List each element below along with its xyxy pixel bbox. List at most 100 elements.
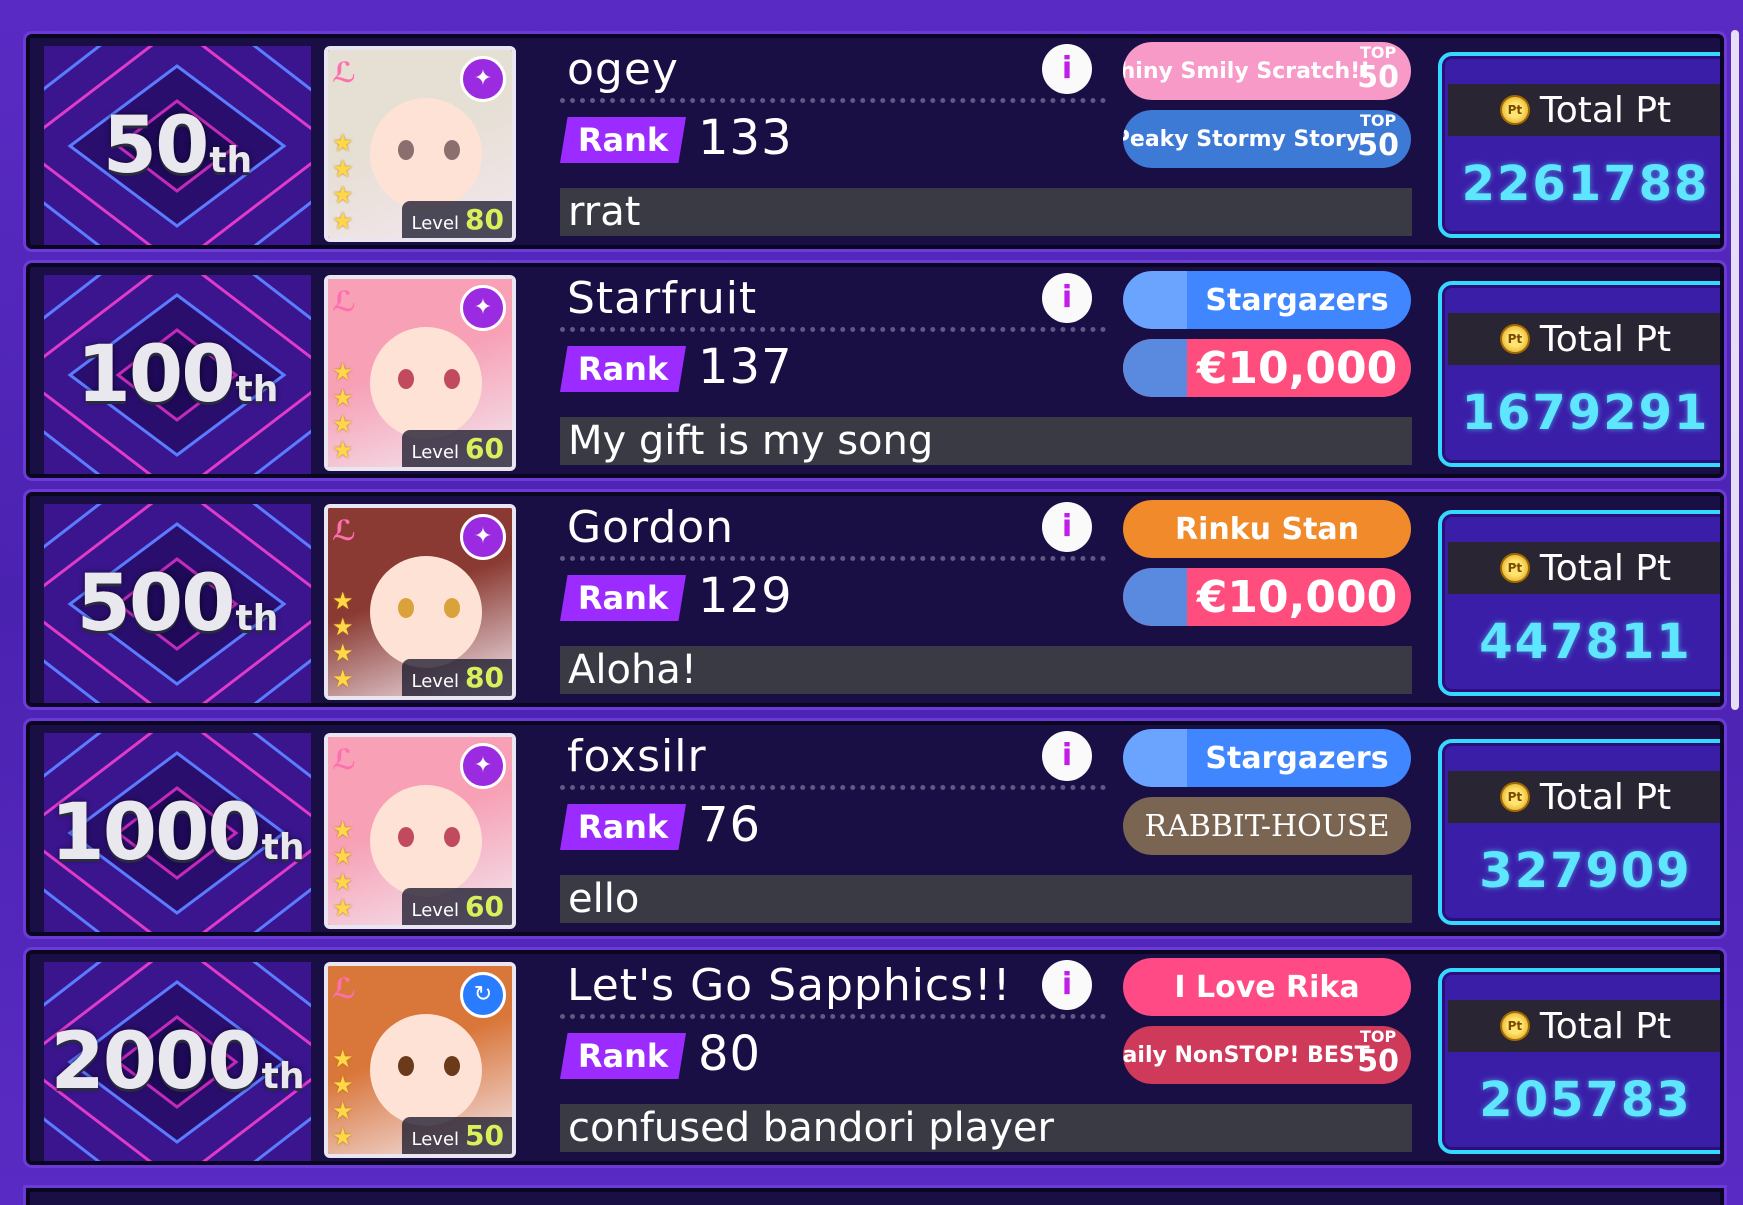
player-comment: rrat — [560, 188, 1412, 236]
ranking-row[interactable]: 50th ℒ ✦ ★ ★ ★ ★ Level 80 ogey i Rank 133… — [26, 34, 1724, 249]
event-point-coin-icon: Pt — [1499, 1011, 1530, 1041]
total-points-panel: Pt Total Pt 205783 — [1438, 968, 1720, 1154]
character-eye — [444, 598, 460, 618]
title-badge[interactable]: RABBIT-HOUSE — [1123, 797, 1411, 855]
player-comment: ello — [560, 875, 1412, 923]
ranking-row[interactable]: 500th ℒ ✦ ★ ★ ★ ★ Level 80 Gordon i Rank … — [26, 492, 1724, 707]
placement-number: 1000th — [50, 787, 305, 878]
total-points-panel: Pt Total Pt 2261788 — [1438, 52, 1720, 238]
placement-number: 500th — [76, 558, 279, 649]
title-badge[interactable]: Shiny Smily Scratch!! TOP 50 — [1123, 42, 1411, 100]
rank-label: Rank — [560, 1033, 686, 1079]
event-point-coin-icon: Pt — [1499, 553, 1530, 583]
rank-label: Rank — [560, 346, 686, 392]
star-icon: ★ — [332, 816, 354, 844]
star-icon: ★ — [332, 1097, 354, 1125]
player-rank: 80 — [698, 1026, 762, 1082]
player-rank: 76 — [698, 797, 762, 853]
player-rank: 129 — [698, 568, 793, 624]
star-icon: ★ — [332, 1123, 354, 1151]
star-icon: ★ — [332, 842, 354, 870]
total-points-panel: Pt Total Pt 447811 — [1438, 510, 1720, 696]
player-comment: confused bandori player — [560, 1104, 1412, 1152]
star-gem-icon — [1123, 271, 1187, 329]
rank-label: Rank — [560, 117, 686, 163]
dotted-divider — [560, 785, 1106, 790]
player-rank: 137 — [698, 339, 793, 395]
ranking-row[interactable]: 1000th ℒ ✦ ★ ★ ★ ★ Level 60 foxsilr i Ran… — [26, 721, 1724, 936]
total-points-label: Total Pt — [1539, 547, 1672, 589]
shoe-icon: ✦ — [460, 743, 506, 789]
event-point-coin-icon: Pt — [1499, 782, 1530, 812]
title-badge-text: Rinku Stan — [1174, 511, 1360, 547]
title-badge[interactable]: Stargazers — [1123, 271, 1411, 329]
avatar-icon — [1123, 568, 1187, 626]
info-button[interactable]: i — [1042, 273, 1092, 323]
placement-number: 100th — [76, 329, 279, 420]
character-eye — [444, 827, 460, 847]
title-badge[interactable]: Peaky Stormy Story TOP 50 — [1123, 110, 1411, 168]
title-badge-text: RABBIT-HOUSE — [1144, 808, 1390, 844]
rarity-stars: ★ ★ ★ ★ — [332, 818, 362, 921]
title-badge[interactable]: Rinku Stan — [1123, 500, 1411, 558]
scrollbar[interactable] — [1731, 30, 1739, 710]
total-points-label: Total Pt — [1539, 318, 1672, 360]
star-icon: ★ — [332, 894, 354, 922]
card-level: Level 60 — [401, 888, 512, 925]
title-badge[interactable]: €10,000 — [1123, 339, 1411, 397]
ranking-row[interactable]: 100th ℒ ✦ ★ ★ ★ ★ Level 60 Starfruit i Ra… — [26, 263, 1724, 478]
character-eye — [398, 827, 414, 847]
character-eye — [444, 369, 460, 389]
member-card[interactable]: ℒ ✦ ★ ★ ★ ★ Level 80 — [324, 46, 516, 242]
ranking-row[interactable]: 2000th ℒ ↻ ★ ★ ★ ★ Level 50 Let's Go Sapp… — [26, 950, 1724, 1165]
card-level: Level 50 — [401, 1117, 512, 1154]
swirl-icon: ↻ — [460, 972, 506, 1018]
rarity-stars: ★ ★ ★ ★ — [332, 360, 362, 463]
player-name: Starfruit — [567, 273, 758, 324]
member-card[interactable]: ℒ ↻ ★ ★ ★ ★ Level 50 — [324, 962, 516, 1158]
player-comment: My gift is my song — [560, 417, 1412, 465]
character-eye — [398, 1056, 414, 1076]
placement-panel: 500th — [44, 504, 311, 703]
star-icon: ★ — [332, 665, 354, 693]
title-badge[interactable]: Daily NonSTOP! BEST TOP 50 — [1123, 1026, 1411, 1084]
character-eye — [398, 598, 414, 618]
star-icon: ★ — [332, 868, 354, 896]
star-icon: ★ — [332, 410, 354, 438]
info-button[interactable]: i — [1042, 731, 1092, 781]
avatar-icon — [1123, 339, 1187, 397]
rarity-stars: ★ ★ ★ ★ — [332, 131, 362, 234]
total-points-value: 447811 — [1479, 614, 1692, 670]
placement-number: 2000th — [50, 1016, 305, 1107]
band-icon: ℒ — [332, 514, 356, 547]
dotted-divider — [560, 1014, 1106, 1019]
title-badge[interactable]: Stargazers — [1123, 729, 1411, 787]
rarity-stars: ★ ★ ★ ★ — [332, 1047, 362, 1150]
dotted-divider — [560, 98, 1106, 103]
star-icon: ★ — [332, 358, 354, 386]
total-points-value: 327909 — [1479, 843, 1692, 899]
total-points-panel: Pt Total Pt 1679291 — [1438, 281, 1720, 467]
placement-panel: 100th — [44, 275, 311, 474]
info-button[interactable]: i — [1042, 44, 1092, 94]
character-eye — [398, 140, 414, 160]
shoe-icon: ✦ — [460, 285, 506, 331]
total-points-value: 205783 — [1479, 1072, 1692, 1128]
star-icon: ★ — [332, 613, 354, 641]
star-icon: ★ — [332, 1045, 354, 1073]
title-badge[interactable]: I Love Rika — [1123, 958, 1411, 1016]
info-button[interactable]: i — [1042, 960, 1092, 1010]
member-card[interactable]: ℒ ✦ ★ ★ ★ ★ Level 60 — [324, 733, 516, 929]
rank-label: Rank — [560, 804, 686, 850]
member-card[interactable]: ℒ ✦ ★ ★ ★ ★ Level 80 — [324, 504, 516, 700]
info-button[interactable]: i — [1042, 502, 1092, 552]
character-face — [370, 1014, 482, 1126]
card-level: Level 60 — [401, 430, 512, 467]
character-face — [370, 556, 482, 668]
player-comment: Aloha! — [560, 646, 1412, 694]
player-name: ogey — [567, 44, 679, 95]
member-card[interactable]: ℒ ✦ ★ ★ ★ ★ Level 60 — [324, 275, 516, 471]
title-badge[interactable]: €10,000 — [1123, 568, 1411, 626]
character-face — [370, 98, 482, 210]
character-face — [370, 327, 482, 439]
